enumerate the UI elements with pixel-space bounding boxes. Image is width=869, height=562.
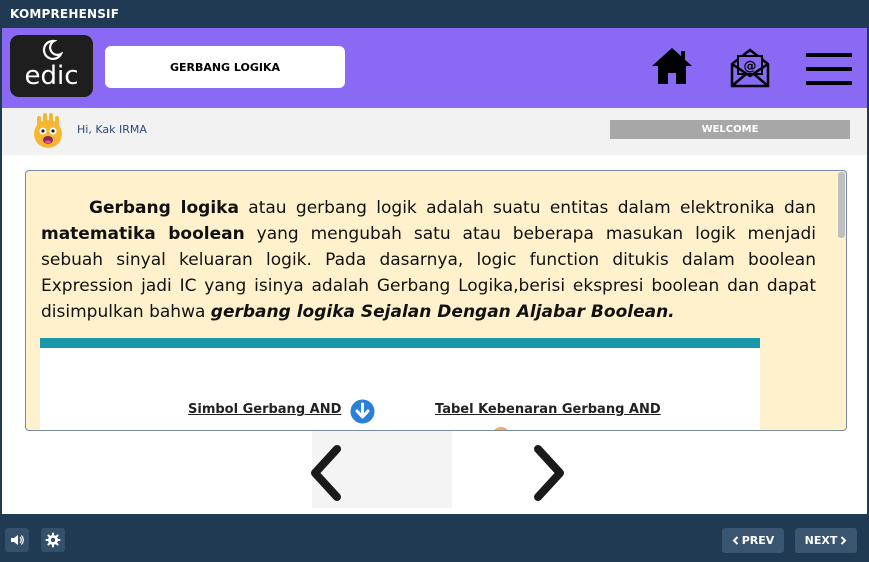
image-decoration-dot (492, 427, 510, 430)
content-scrollbar[interactable] (838, 172, 845, 238)
mascot-avatar (34, 113, 62, 148)
term-matematika-boolean: matematika boolean (41, 224, 245, 244)
gear-icon (45, 532, 61, 548)
window-title: KOMPREHENSIF (10, 7, 120, 21)
edic-logo[interactable]: edic (10, 35, 93, 97)
term-gerbang-logika: Gerbang logika (89, 198, 239, 218)
truth-table-caption: Tabel Kebenaran Gerbang AND (435, 402, 661, 417)
previous-arrow-icon[interactable] (305, 443, 345, 503)
email-icon[interactable]: @ (728, 44, 772, 88)
home-icon[interactable] (650, 46, 694, 86)
sound-button[interactable] (5, 528, 29, 552)
speaker-icon (11, 535, 24, 545)
next-arrow-icon[interactable] (530, 443, 570, 503)
welcome-banner: WELCOME (610, 120, 850, 139)
content-panel[interactable]: Gerbang logika atau gerbang logik adalah… (25, 170, 847, 431)
app-frame: edic GERBANG LOGIKA @ Hi, Kak IRMA WELCO… (2, 28, 867, 514)
page-title-pill: GERBANG LOGIKA (105, 46, 345, 88)
paragraph-emphasis: gerbang logika Sejalan Dengan Aljabar Bo… (210, 302, 675, 322)
logo-text: edic (24, 61, 79, 91)
user-bar: Hi, Kak IRMA WELCOME (2, 108, 867, 155)
header: edic GERBANG LOGIKA @ (2, 28, 867, 108)
paragraph-text-1: atau gerbang logik adalah suatu entitas … (238, 198, 816, 218)
bottom-bar: PREV NEXT (0, 514, 869, 562)
chevron-right-icon (841, 536, 847, 545)
title-bar: KOMPREHENSIF (0, 0, 869, 28)
content-paragraph: Gerbang logika atau gerbang logik adalah… (41, 195, 816, 325)
next-button-label: NEXT (804, 534, 838, 547)
image-top-band (40, 338, 760, 348)
symbol-caption: Simbol Gerbang AND (188, 402, 342, 417)
settings-button[interactable] (41, 528, 65, 552)
crescent-logo-icon (42, 39, 63, 61)
user-greeting: Hi, Kak IRMA (77, 123, 147, 136)
gate-diagram-image: Simbol Gerbang AND Tabel Kebenaran Gerba… (40, 338, 760, 430)
menu-icon[interactable] (806, 52, 852, 86)
prev-button[interactable]: PREV (722, 528, 784, 553)
next-button[interactable]: NEXT (795, 528, 857, 553)
arrow-down-circle-icon (350, 399, 375, 424)
chevron-left-icon (732, 536, 738, 545)
prev-button-label: PREV (741, 534, 775, 547)
